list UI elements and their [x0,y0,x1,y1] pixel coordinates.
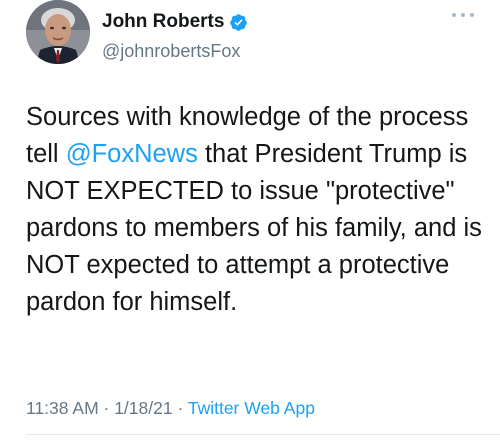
verified-badge-icon [230,13,248,31]
tweet-date[interactable]: 1/18/21 [114,398,172,418]
name-row: John Roberts [102,10,248,34]
meta-separator: · [172,398,188,418]
more-dot [452,13,456,17]
author-info: John Roberts @johnrobertsFox [102,10,248,62]
divider [26,434,500,435]
avatar[interactable] [26,0,90,64]
mention-link[interactable]: @FoxNews [66,140,198,168]
more-dot [461,13,465,17]
tweet-card: John Roberts @johnrobertsFox Sources wit… [0,0,500,440]
tweet-source-link[interactable]: Twitter Web App [188,398,315,418]
more-dot [470,13,474,17]
more-options-icon[interactable] [452,8,474,22]
display-name[interactable]: John Roberts [102,10,224,34]
handle[interactable]: @johnrobertsFox [102,40,248,62]
avatar-image [26,0,90,64]
tweet-meta: 11:38 AM · 1/18/21 · Twitter Web App [26,397,315,419]
tweet-time[interactable]: 11:38 AM [26,398,99,418]
tweet-text: Sources with knowledge of the process te… [26,99,486,321]
meta-separator: · [98,398,115,418]
